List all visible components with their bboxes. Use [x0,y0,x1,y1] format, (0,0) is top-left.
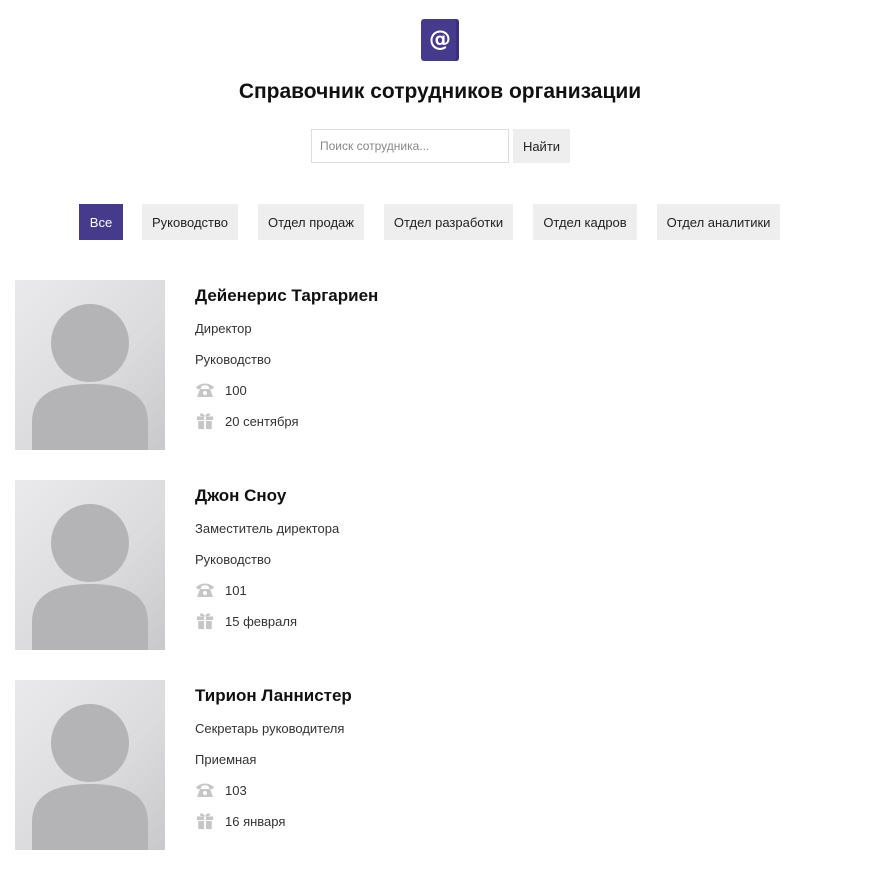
employee-birthday: 20 сентября [195,411,299,431]
employee-department: Приемная [195,752,257,767]
at-sign-icon: @ [429,27,451,52]
employee-name: Тирион Ланнистер [195,686,352,705]
phone-number: 101 [225,582,247,598]
phone-icon [196,583,214,597]
search-button[interactable]: Найти [513,129,570,163]
birthday-date: 15 февраля [225,613,297,629]
filter-development[interactable]: Отдел разработки [384,204,513,240]
employee-birthday: 16 января [195,811,285,831]
phone-icon [196,383,214,397]
page-title: Справочник сотрудников организации [238,80,642,103]
phone-number: 103 [225,782,247,798]
phone-icon [196,783,214,797]
search-input[interactable] [311,129,509,163]
employee-card: Дейенерис Таргариен Директор Руководство… [15,280,875,450]
gift-icon [196,613,214,630]
employee-department: Руководство [195,552,271,567]
birthday-date: 16 января [225,813,286,829]
gift-icon [196,813,214,830]
employee-position: Заместитель директора [195,521,340,536]
employee-card: Тирион Ланнистер Секретарь руководителя … [15,680,875,850]
employee-phone: 103 [195,780,247,800]
filter-analytics[interactable]: Отдел аналитики [657,204,780,240]
employee-department: Руководство [195,352,271,367]
employee-name: Дейенерис Таргариен [195,286,379,305]
birthday-date: 20 сентября [225,413,299,429]
user-silhouette-icon [15,680,165,850]
filter-management[interactable]: Руководство [142,204,238,240]
user-silhouette-icon [15,280,165,450]
filter-sales[interactable]: Отдел продаж [258,204,364,240]
filter-all[interactable]: Все [79,204,123,240]
filter-hr[interactable]: Отдел кадров [533,204,637,240]
employee-card: Джон Сноу Заместитель директора Руководс… [15,480,875,650]
employee-position: Секретарь руководителя [195,721,345,736]
employee-name: Джон Сноу [195,486,287,505]
user-silhouette-icon [15,480,165,650]
employee-position: Директор [195,321,252,336]
logo: @ [421,19,459,61]
employee-birthday: 15 февраля [195,611,297,631]
gift-icon [196,413,214,430]
phone-number: 100 [225,382,247,398]
employee-phone: 101 [195,580,247,600]
employee-phone: 100 [195,380,247,400]
